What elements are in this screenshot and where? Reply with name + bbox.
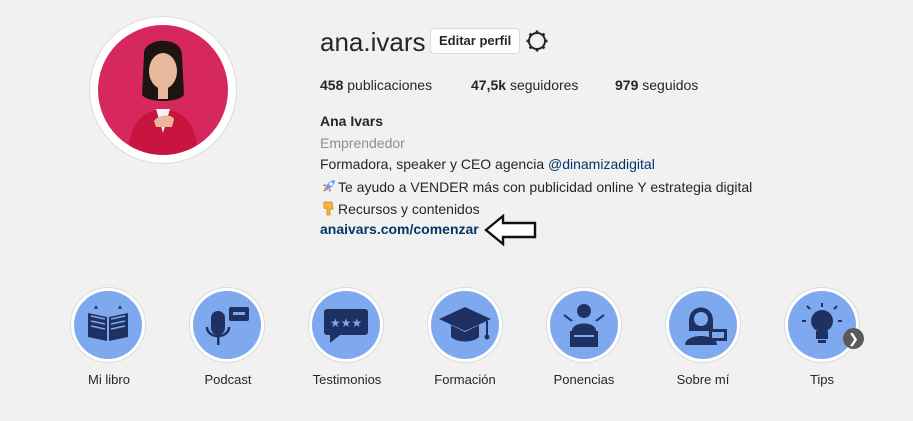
bio-line-2: Te ayudo a VENDER más con publicidad onl… — [320, 178, 752, 195]
bio-mention-link[interactable]: @dinamizadigital — [548, 156, 655, 172]
bio-line-3-text: Recursos y contenidos — [338, 201, 480, 217]
bio-line-3: Recursos y contenidos — [320, 200, 480, 217]
highlight-sobre-mi[interactable] — [665, 287, 741, 363]
highlight-ponencias[interactable] — [546, 287, 622, 363]
rocket-emoji-icon — [320, 178, 337, 195]
following-count: 979 — [615, 77, 639, 93]
profile-avatar[interactable] — [89, 16, 237, 164]
bio-line-1: Formadora, speaker y CEO agencia @dinami… — [320, 156, 655, 172]
highlight-label-sobre-mi: Sobre mí — [676, 372, 730, 387]
highlight-tips[interactable] — [784, 287, 860, 363]
highlight-label-testimonios: Testimonios — [312, 372, 382, 387]
profile-username: ana.ivars — [320, 27, 426, 57]
followers-stat[interactable]: 47,5k seguidores — [471, 77, 578, 93]
highlight-label-mi-libro: Mi libro — [88, 372, 130, 387]
bio-name: Ana Ivars — [320, 113, 384, 129]
chat-stars-icon: ★★★ — [312, 291, 380, 359]
posts-label: publicaciones — [347, 77, 433, 93]
woman-laptop-icon — [669, 291, 737, 359]
svg-text:★★★: ★★★ — [330, 316, 362, 330]
lightbulb-icon — [788, 291, 856, 359]
bio-category: Emprendedor — [320, 135, 405, 151]
gear-icon[interactable] — [525, 29, 549, 53]
posts-count: 458 — [320, 77, 344, 93]
edit-profile-button[interactable]: Editar perfil — [430, 28, 521, 54]
highlight-testimonios[interactable]: ★★★ — [308, 287, 384, 363]
following-label: seguidos — [642, 77, 699, 93]
bio-line-2-text: Te ayudo a VENDER más con publicidad onl… — [338, 179, 753, 195]
left-arrow-icon — [484, 213, 538, 247]
followers-label: seguidores — [509, 77, 579, 93]
highlight-podcast[interactable] — [189, 287, 265, 363]
speaker-podium-icon — [550, 291, 618, 359]
bio-line-1-text: Formadora, speaker y CEO agencia — [320, 156, 548, 172]
highlight-label-ponencias: Ponencias — [553, 372, 615, 387]
highlight-label-tips: Tips — [809, 372, 835, 387]
posts-stat: 458 publicaciones — [320, 77, 432, 93]
following-stat[interactable]: 979 seguidos — [615, 77, 698, 93]
chevron-right-icon[interactable]: ❯ — [843, 328, 864, 349]
pointing-down-emoji-icon — [320, 200, 337, 217]
followers-count: 47,5k — [471, 77, 507, 93]
graduation-cap-icon — [431, 291, 499, 359]
highlight-label-podcast: Podcast — [204, 372, 252, 387]
bio-website-link[interactable]: anaivars.com/comenzar — [320, 221, 479, 237]
avatar-photo — [98, 25, 228, 155]
highlight-formacion[interactable] — [427, 287, 503, 363]
highlight-mi-libro[interactable] — [70, 287, 146, 363]
microphone-icon — [193, 291, 261, 359]
book-icon — [74, 291, 142, 359]
highlight-label-formacion: Formación — [434, 372, 496, 387]
